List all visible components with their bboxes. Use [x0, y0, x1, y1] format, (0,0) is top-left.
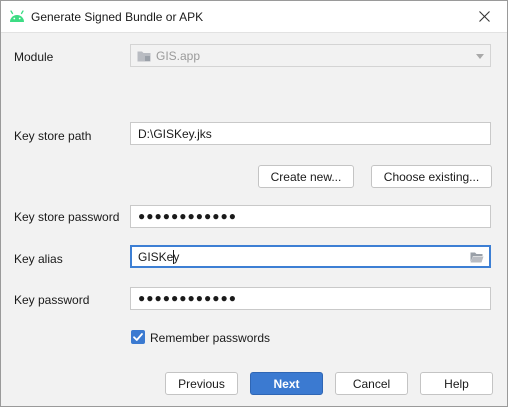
- key-password-label: Key password: [14, 293, 90, 307]
- module-folder-icon: [137, 51, 151, 62]
- checkmark-icon: [133, 333, 143, 341]
- remember-passwords-label[interactable]: Remember passwords: [150, 331, 270, 345]
- module-select[interactable]: GIS.app: [130, 44, 491, 67]
- key-password-value: ●●●●●●●●●●●●: [138, 291, 237, 305]
- key-store-password-value: ●●●●●●●●●●●●: [138, 209, 237, 223]
- close-button[interactable]: [461, 1, 507, 32]
- key-store-path-value: D:\GISKey.jks: [138, 127, 212, 141]
- choose-existing-button[interactable]: Choose existing...: [371, 165, 492, 188]
- key-alias-label: Key alias: [14, 252, 63, 266]
- next-button[interactable]: Next: [250, 372, 323, 395]
- key-alias-input[interactable]: GISKey: [130, 245, 491, 268]
- key-store-path-input[interactable]: D:\GISKey.jks: [130, 122, 491, 145]
- create-new-button[interactable]: Create new...: [258, 165, 354, 188]
- browse-folder-icon[interactable]: [470, 251, 484, 263]
- android-icon: [10, 10, 24, 22]
- previous-button[interactable]: Previous: [165, 372, 238, 395]
- key-store-password-input[interactable]: ●●●●●●●●●●●●: [130, 205, 491, 228]
- dialog-window: Generate Signed Bundle or APK Module GIS…: [0, 0, 508, 407]
- key-store-password-label: Key store password: [14, 210, 120, 224]
- module-label: Module: [14, 50, 54, 64]
- module-value: GIS.app: [156, 49, 201, 63]
- window-title: Generate Signed Bundle or APK: [31, 10, 204, 24]
- key-password-input[interactable]: ●●●●●●●●●●●●: [130, 287, 491, 310]
- text-caret: [173, 250, 174, 264]
- cancel-button[interactable]: Cancel: [335, 372, 408, 395]
- close-icon: [478, 11, 490, 22]
- key-store-path-label: Key store path: [14, 129, 92, 143]
- help-button[interactable]: Help: [420, 372, 493, 395]
- remember-passwords-checkbox[interactable]: [131, 330, 145, 344]
- chevron-down-icon: [476, 54, 484, 59]
- title-bar: Generate Signed Bundle or APK: [1, 1, 507, 33]
